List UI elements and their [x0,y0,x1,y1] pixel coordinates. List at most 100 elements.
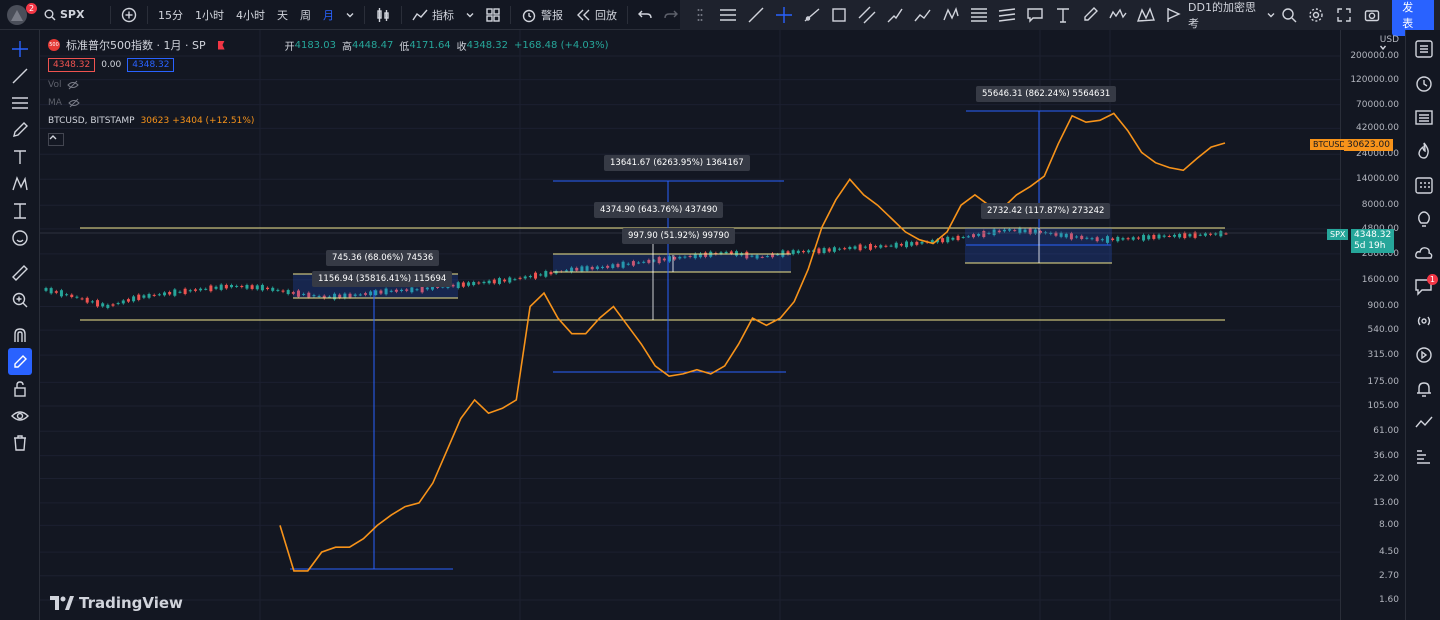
lines-tool[interactable] [714,0,742,30]
grid-icon [486,7,500,22]
rectangle-tool[interactable] [825,0,853,30]
undo-button[interactable] [632,0,658,30]
drag-dots-icon [697,9,703,21]
flag-icon[interactable] [217,40,225,50]
interval-1d[interactable]: 天 [271,0,294,30]
templates-button[interactable] [480,0,506,30]
xabcd-tool[interactable] [1132,0,1160,30]
ask-price[interactable]: 4348.32 [127,58,175,72]
candle-body [822,248,826,253]
measure-label[interactable]: 55646.31 (862.24%) 5564631 [976,86,1117,102]
watchlist-button[interactable] [1406,32,1440,66]
quick-search-button[interactable] [1275,0,1303,30]
indicators-dropdown[interactable] [460,0,480,30]
zoom-tool[interactable] [0,286,40,313]
alert-button[interactable]: 警报 [515,0,569,30]
path-tool[interactable] [909,0,937,30]
measure-label[interactable]: 2732.42 (117.87%) 273242 [981,203,1111,219]
layout-dropdown[interactable] [1267,11,1275,19]
collapse-legend-button[interactable] [48,132,64,146]
lock-drawings[interactable] [0,375,40,402]
volume-indicator-label[interactable]: Vol [48,80,61,90]
eye-off-icon[interactable] [68,98,80,108]
symbol-search[interactable]: SPX [38,0,106,30]
elliott-wave-tool[interactable] [1104,0,1132,30]
pitchfork-tool[interactable] [881,0,909,30]
streams-button[interactable] [1406,236,1440,270]
trendline-tool[interactable] [742,0,770,30]
measure-label[interactable]: 1156.94 (35816.41%) 115694 [312,271,453,287]
eye-off-icon[interactable] [67,80,80,90]
candle-body [497,278,501,284]
candle-body [1162,235,1166,237]
ma-indicator-label[interactable]: MA [48,98,62,108]
interval-15m[interactable]: 15分 [152,0,189,30]
interval-1m[interactable]: 月 [317,0,340,30]
drag-handle[interactable] [686,0,714,30]
data-window-button[interactable] [1406,100,1440,134]
remove-drawings[interactable] [0,429,40,456]
hide-drawings[interactable] [0,402,40,429]
symbol-title[interactable]: 标准普尔500指数 · 1月 · SP [66,37,206,53]
hotlists-button[interactable] [1406,134,1440,168]
price-tick-label: 14000.00 [1356,174,1399,185]
bid-price[interactable]: 4348.32 [48,58,96,72]
brush-tool[interactable] [1076,0,1104,30]
ruler-tool[interactable] [0,259,40,286]
trading-panel-button[interactable] [1406,406,1440,440]
brush-tool-left[interactable] [0,116,40,143]
magnet-tool[interactable] [0,321,40,348]
emoji-tool[interactable] [0,224,40,251]
layout-name[interactable]: DD1的加密思考 [1188,0,1267,31]
trendline-tool[interactable] [0,62,40,89]
cursor-tool[interactable] [0,35,40,62]
settings-button[interactable] [1303,0,1331,30]
broadcast-button[interactable] [1406,304,1440,338]
interval-4h[interactable]: 4小时 [230,0,271,30]
replay-button[interactable]: 回放 [569,0,623,30]
measure-label[interactable]: 4374.90 (643.76%) 437490 [594,202,724,218]
snapshot-button[interactable] [1358,0,1386,30]
signals-button[interactable] [1406,338,1440,372]
cyclic-lines-tool[interactable] [1160,0,1188,30]
candle-body [281,290,285,292]
currency-selector[interactable]: USD [1379,35,1399,50]
pattern-tool-left[interactable] [0,170,40,197]
measure-label[interactable]: 13641.67 (6263.95%) 1364167 [604,155,750,171]
fib-channel-tool[interactable] [993,0,1021,30]
candle-body [80,298,84,300]
open-label: 开 [284,41,295,53]
indicators-button[interactable]: 指标 [406,0,460,30]
candle-body [142,295,146,298]
fib-tool[interactable] [0,89,40,116]
dom-button[interactable] [1406,440,1440,474]
watchlist-icon [1414,40,1433,58]
ray-tool[interactable] [798,0,826,30]
chart-type-button[interactable] [369,0,397,30]
prediction-tool[interactable] [0,197,40,224]
tradingview-watermark[interactable]: TradingView [50,594,183,612]
calendar-button[interactable] [1406,168,1440,202]
fullscreen-button[interactable] [1330,0,1358,30]
crosshair-tool[interactable] [770,0,798,30]
interval-dropdown[interactable] [340,0,360,30]
measure-label[interactable]: 997.90 (51.92%) 99790 [622,228,736,244]
fib-retracement-tool[interactable] [965,0,993,30]
notifications-button[interactable] [1406,372,1440,406]
interval-1w[interactable]: 周 [294,0,317,30]
alerts-panel-button[interactable] [1406,66,1440,100]
price-axis[interactable]: USD 200000.00 120000.00 70000.00 42000.00 24… [1310,30,1405,620]
text-tool-left[interactable] [0,143,40,170]
measure-label[interactable]: 745.36 (68.06%) 74536 [326,250,440,266]
user-avatar[interactable]: 2 [0,0,38,30]
parallel-channel-tool[interactable] [853,0,881,30]
compare-button[interactable] [115,0,143,30]
chats-button[interactable]: 1 [1406,270,1440,304]
text-tool[interactable] [1049,0,1077,30]
ideas-button[interactable] [1406,202,1440,236]
overlay-symbol[interactable]: BTCUSD, BITSTAMP [48,116,135,126]
pattern-tool[interactable] [937,0,965,30]
interval-1h[interactable]: 1小时 [189,0,230,30]
stay-in-drawing-mode[interactable] [8,348,32,375]
callout-tool[interactable] [1021,0,1049,30]
